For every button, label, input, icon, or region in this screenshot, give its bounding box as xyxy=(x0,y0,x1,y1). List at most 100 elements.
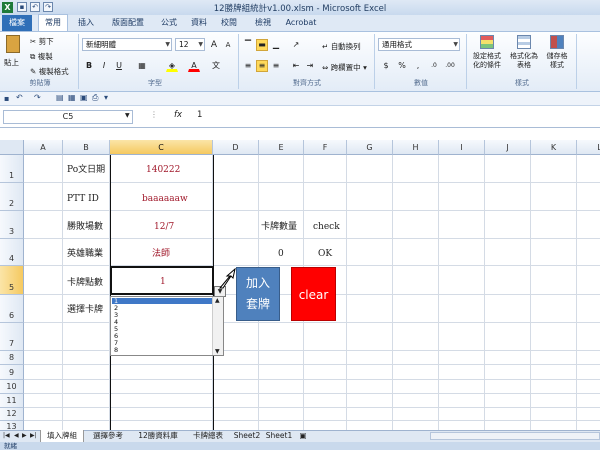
row-header-9[interactable]: 9 xyxy=(0,365,24,380)
clear-button[interactable]: clear xyxy=(291,267,336,321)
comma-button[interactable]: , xyxy=(412,60,424,72)
tab-page-layout[interactable]: 版面配置 xyxy=(104,15,152,31)
active-cell-c5[interactable]: 1 xyxy=(110,266,214,295)
column-header-k[interactable]: K xyxy=(531,140,577,155)
column-header-i[interactable]: I xyxy=(439,140,485,155)
format-painter-button[interactable]: ✎ 複製格式 xyxy=(30,66,69,77)
conditional-format-button[interactable]: 設定格式化的條件 xyxy=(470,35,504,77)
next-sheet-icon[interactable]: ▶ xyxy=(22,432,27,439)
cell-b1[interactable]: Po文日期 xyxy=(67,164,105,176)
tab-review[interactable]: 校閱 xyxy=(216,15,242,31)
fill-color-icon[interactable]: ◈ xyxy=(166,60,178,72)
column-header-f[interactable]: F xyxy=(304,140,347,155)
sheet-tab-reference[interactable]: 選擇參考 xyxy=(86,430,130,442)
dropdown-option[interactable]: 8 xyxy=(114,347,118,354)
row-header-1[interactable]: 1 xyxy=(0,155,24,183)
merge-center-button[interactable]: ⇔ 跨欄置中 ▾ xyxy=(322,62,367,73)
copy-button[interactable]: ⧉ 複製 xyxy=(30,51,53,62)
cell-c1[interactable]: 140222 xyxy=(146,164,180,176)
orientation-icon[interactable]: ↗ xyxy=(290,39,302,51)
formula-input[interactable]: 1 xyxy=(197,110,202,120)
preview-icon[interactable]: ▣ xyxy=(80,93,88,102)
add-to-deck-button[interactable]: 加入 套牌 xyxy=(236,267,280,321)
form-icon[interactable]: ▤ xyxy=(56,93,64,102)
column-header-c[interactable]: C xyxy=(110,140,213,155)
print-icon[interactable]: ⎙ xyxy=(92,93,98,103)
row-header-10[interactable]: 10 xyxy=(0,380,24,394)
column-header-e[interactable]: E xyxy=(259,140,304,155)
currency-button[interactable]: $ xyxy=(380,60,392,72)
font-color-icon[interactable]: A xyxy=(188,60,200,72)
insert-sheet-icon[interactable]: ▣ xyxy=(296,430,310,442)
row-header-3[interactable]: 3 xyxy=(0,211,24,239)
insert-function-button[interactable]: fx xyxy=(174,110,182,120)
cell-f4[interactable]: OK xyxy=(318,248,332,260)
paste-button[interactable]: 貼上 xyxy=(4,35,22,75)
row-header-6[interactable]: 6 xyxy=(0,295,24,323)
grow-font-button[interactable]: A xyxy=(208,39,220,51)
font-name-combo[interactable]: 新細明體 ▼ xyxy=(82,38,172,51)
cell-styles-button[interactable]: 儲存格樣式 xyxy=(544,35,570,77)
format-as-table-button[interactable]: 格式化為表格 xyxy=(507,35,541,77)
list-scrollbar[interactable]: ▲ ▼ xyxy=(212,297,223,355)
save-icon[interactable]: ▪ xyxy=(4,94,9,103)
increase-decimal-button[interactable]: .0 xyxy=(428,60,440,72)
font-size-combo[interactable]: 12 ▼ xyxy=(175,38,205,51)
cell-b4[interactable]: 英雄職業 xyxy=(67,248,103,260)
column-header-h[interactable]: H xyxy=(393,140,439,155)
row-header-11[interactable]: 11 xyxy=(0,394,24,408)
sheet-tab-sheet2[interactable]: Sheet2 xyxy=(232,430,262,442)
row-header-4[interactable]: 4 xyxy=(0,239,24,266)
tab-formulas[interactable]: 公式 xyxy=(156,15,182,31)
column-header-a[interactable]: A xyxy=(24,140,63,155)
tab-file[interactable]: 檔案 xyxy=(2,15,32,31)
cell-b5[interactable]: 卡牌點數 xyxy=(67,277,103,289)
column-header-g[interactable]: G xyxy=(347,140,393,155)
align-center-icon[interactable]: ≡ xyxy=(256,60,268,72)
italic-button[interactable]: I xyxy=(98,60,110,72)
cell-f3[interactable]: check xyxy=(313,221,340,233)
validation-dropdown-list[interactable]: 12345678 ▲ ▼ xyxy=(110,296,224,356)
undo-icon[interactable]: ↶ xyxy=(16,93,23,102)
sheet-tab-database[interactable]: 12勝資料庫 xyxy=(132,430,184,442)
underline-button[interactable]: U xyxy=(113,60,125,72)
column-header-j[interactable]: J xyxy=(485,140,531,155)
table-icon[interactable]: ▦ xyxy=(68,93,76,102)
decrease-indent-icon[interactable]: ⇤ xyxy=(290,60,302,72)
column-header-l[interactable]: L xyxy=(577,140,600,155)
row-header-12[interactable]: 12 xyxy=(0,408,24,421)
percent-button[interactable]: % xyxy=(396,60,408,72)
column-header-b[interactable]: B xyxy=(63,140,110,155)
name-box[interactable]: C5 xyxy=(3,110,133,124)
last-sheet-icon[interactable]: ▶| xyxy=(30,432,37,439)
first-sheet-icon[interactable]: |◀ xyxy=(3,432,10,439)
row-header-5[interactable]: 5 xyxy=(0,266,24,295)
tab-data[interactable]: 資料 xyxy=(186,15,212,31)
row-header-2[interactable]: 2 xyxy=(0,183,24,211)
tab-insert[interactable]: 插入 xyxy=(72,15,100,31)
align-bottom-icon[interactable]: ▁ xyxy=(270,39,282,51)
sheet-tab-card-list[interactable]: 卡牌總表 xyxy=(186,430,230,442)
customize-icon[interactable]: ▾ xyxy=(104,93,108,102)
cut-button[interactable]: ✂ 剪下 xyxy=(30,36,54,47)
align-middle-icon[interactable]: ▬ xyxy=(256,39,268,51)
redo-icon[interactable]: ↷ xyxy=(34,93,41,102)
align-top-icon[interactable]: ▔ xyxy=(242,39,254,51)
shrink-font-button[interactable]: A xyxy=(222,39,234,51)
row-header-7[interactable]: 7 xyxy=(0,323,24,351)
align-left-icon[interactable]: ≡ xyxy=(242,60,254,72)
tab-acrobat[interactable]: Acrobat xyxy=(282,15,320,31)
sheet-tab-sheet1[interactable]: Sheet1 xyxy=(264,430,294,442)
select-all-corner[interactable] xyxy=(0,140,24,155)
tab-home[interactable]: 常用 xyxy=(38,14,68,32)
row-header-13[interactable]: 13 xyxy=(0,421,24,430)
chevron-down-icon[interactable]: ▼ xyxy=(125,112,130,119)
cell-e4[interactable]: 0 xyxy=(278,248,284,260)
cell-b6[interactable]: 選擇卡牌 xyxy=(67,304,103,316)
row-header-8[interactable]: 8 xyxy=(0,351,24,365)
borders-icon[interactable]: ▦ xyxy=(136,60,148,72)
cell-e3[interactable]: 卡牌數量 xyxy=(261,221,297,233)
horizontal-scrollbar[interactable] xyxy=(430,432,600,440)
cell-c3[interactable]: 12/7 xyxy=(154,221,174,233)
cell-b2[interactable]: PTT ID xyxy=(67,193,99,205)
